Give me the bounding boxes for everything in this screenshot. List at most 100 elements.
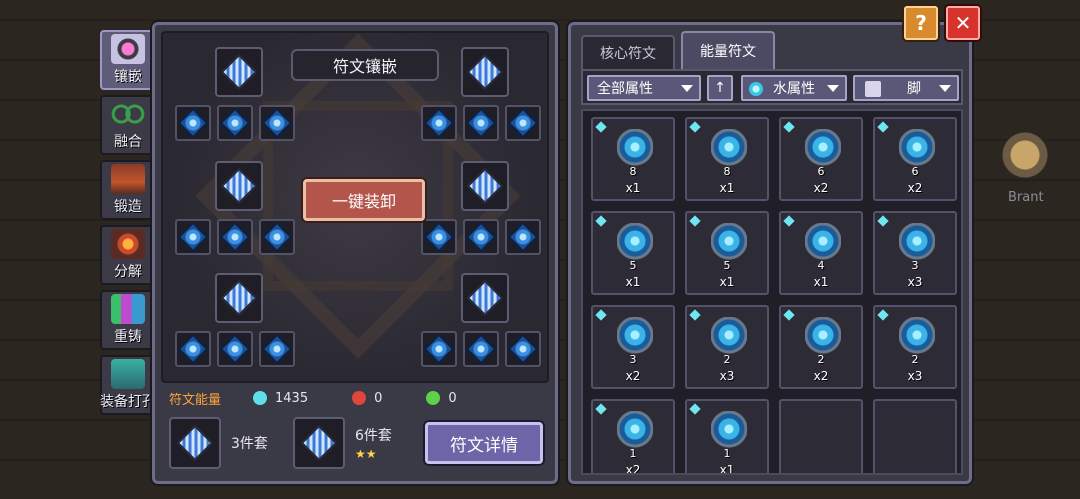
- rune-item[interactable]: 5 x1: [591, 211, 675, 295]
- rune-item[interactable]: 8 x1: [591, 117, 675, 201]
- core-rune-slot[interactable]: [215, 47, 263, 97]
- set-bonus-row: 3件套 6件套 ★★ 符文详情: [169, 415, 553, 471]
- rune-item[interactable]: 2 x2: [779, 305, 863, 389]
- tab-core-runes[interactable]: 核心符文: [581, 35, 675, 69]
- rune-slot[interactable]: [259, 105, 295, 141]
- new-indicator-icon: [877, 215, 889, 227]
- rune-slot[interactable]: [463, 331, 499, 367]
- rune-slot[interactable]: [421, 331, 457, 367]
- energy-counter: 1435: [253, 391, 308, 406]
- rune-quantity: x2: [907, 181, 923, 195]
- core-rune-slot[interactable]: [215, 161, 263, 211]
- set-bonus-6-icon[interactable]: [293, 417, 345, 469]
- element-dropdown-value: 水属性: [773, 81, 815, 97]
- rune-quantity: x1: [813, 275, 829, 289]
- new-indicator-icon: [595, 121, 607, 133]
- rune-level: 8: [723, 165, 731, 178]
- rune-item[interactable]: 4 x1: [779, 211, 863, 295]
- rune-slot[interactable]: [259, 219, 295, 255]
- slot-dropdown[interactable]: 脚: [853, 75, 959, 101]
- rune-slot[interactable]: [217, 219, 253, 255]
- core-rune-slot[interactable]: [461, 47, 509, 97]
- sidebar-item-disassemble[interactable]: 分解: [100, 225, 156, 285]
- rune-quantity: x2: [625, 463, 641, 475]
- energy-rune-icon: [617, 223, 653, 263]
- element-dropdown[interactable]: 水属性: [741, 75, 847, 101]
- rune-item[interactable]: 2 x3: [685, 305, 769, 389]
- rune-gem-icon: [300, 424, 338, 462]
- rune-slot[interactable]: [217, 331, 253, 367]
- rune-slot[interactable]: [505, 331, 541, 367]
- energy-label: 符文能量: [169, 392, 222, 408]
- rune-quantity: x3: [719, 369, 735, 383]
- rune-slot[interactable]: [175, 219, 211, 255]
- rune-slot[interactable]: [175, 331, 211, 367]
- sidebar-item-drill[interactable]: 装备打孔: [100, 355, 156, 415]
- socket-board: 符文镶嵌 一键装卸: [161, 31, 549, 383]
- rune-quantity: x3: [907, 369, 923, 383]
- core-rune-slot[interactable]: [215, 273, 263, 323]
- rune-item[interactable]: 6 x2: [779, 117, 863, 201]
- sidebar-item-socket[interactable]: 镶嵌: [100, 30, 156, 90]
- sidebar-item-forge[interactable]: 锻造: [100, 160, 156, 220]
- rune-slot[interactable]: [505, 219, 541, 255]
- rune-slot[interactable]: [463, 219, 499, 255]
- rune-level: 2: [723, 353, 731, 366]
- rune-item[interactable]: 3 x3: [873, 211, 957, 295]
- help-button[interactable]: ?: [904, 6, 938, 40]
- energy-rune-icon: [711, 223, 747, 263]
- socket-icon: [111, 34, 145, 64]
- sort-order-button[interactable]: ↑: [707, 75, 733, 101]
- set-bonus-3-icon[interactable]: [169, 417, 221, 469]
- rune-slot[interactable]: [217, 105, 253, 141]
- energy-rune-icon: [899, 129, 935, 169]
- rune-quantity: x2: [813, 369, 829, 383]
- energy-rune-icon: [805, 223, 841, 263]
- energy-counter: 0: [426, 391, 457, 406]
- energy-value: 0: [374, 390, 383, 406]
- core-rune-slot[interactable]: [461, 161, 509, 211]
- rune-item[interactable]: 8 x1: [685, 117, 769, 201]
- rune-details-button[interactable]: 符文详情: [425, 422, 543, 464]
- rune-slot[interactable]: [421, 105, 457, 141]
- rune-quantity: x1: [719, 463, 735, 475]
- rune-item[interactable]: 3 x2: [591, 305, 675, 389]
- sidebar-item-label: 融合: [114, 134, 142, 150]
- rune-item[interactable]: 6 x2: [873, 117, 957, 201]
- rune-gem-icon: [220, 279, 258, 317]
- rune-slot[interactable]: [463, 105, 499, 141]
- rune-slot[interactable]: [259, 331, 295, 367]
- forge-icon: [111, 164, 145, 194]
- rune-slot[interactable]: [505, 105, 541, 141]
- set-bonus-text: 6件套: [355, 428, 392, 444]
- energy-rune-icon: [711, 411, 747, 451]
- energy-rune-icon: [617, 129, 653, 169]
- new-indicator-icon: [877, 121, 889, 133]
- set-bonus-label: 3件套: [231, 433, 293, 453]
- npc-sprite: [990, 128, 1060, 188]
- tab-energy-runes[interactable]: 能量符文: [681, 31, 775, 69]
- star-rating: ★★: [355, 447, 377, 461]
- rune-gem-icon: [507, 221, 539, 253]
- new-indicator-icon: [689, 403, 701, 415]
- rune-slot[interactable]: [175, 105, 211, 141]
- sidebar-item-label: 镶嵌: [114, 69, 142, 85]
- rune-item[interactable]: 5 x1: [685, 211, 769, 295]
- energy-rune-icon: [805, 129, 841, 169]
- rune-item[interactable]: 2 x3: [873, 305, 957, 389]
- attribute-dropdown[interactable]: 全部属性: [587, 75, 701, 101]
- rune-energy-row: 符文能量 1435 0 0: [169, 387, 549, 409]
- close-button[interactable]: ✕: [946, 6, 980, 40]
- rune-gem-icon: [176, 424, 214, 462]
- disassemble-icon: [111, 229, 145, 259]
- one-click-unequip-button[interactable]: 一键装卸: [303, 179, 425, 221]
- energy-rune-icon: [617, 317, 653, 357]
- energy-rune-icon: [899, 317, 935, 357]
- rune-item[interactable]: 1 x1: [685, 399, 769, 475]
- rune-item[interactable]: 1 x2: [591, 399, 675, 475]
- sidebar-item-fusion[interactable]: 融合: [100, 95, 156, 155]
- sidebar-item-recast[interactable]: 重铸: [100, 290, 156, 350]
- core-rune-slot[interactable]: [461, 273, 509, 323]
- rune-slot[interactable]: [421, 219, 457, 255]
- rune-gem-icon: [466, 279, 504, 317]
